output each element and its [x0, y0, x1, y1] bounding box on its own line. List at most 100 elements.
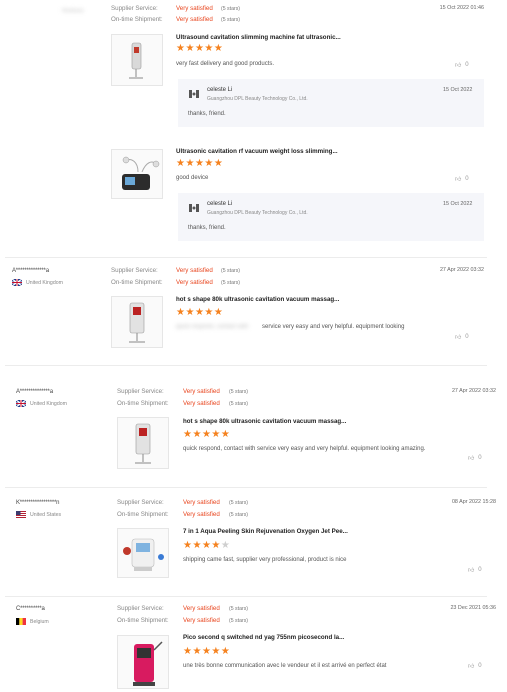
product-title-link[interactable]: Ultrasonic cavitation rf vacuum weight l…	[176, 148, 376, 155]
star-icon: ★	[185, 43, 195, 54]
review-date: 27 Apr 2022 03:32	[439, 267, 484, 273]
review-date: 15 Oct 2022 01:46	[439, 5, 484, 11]
slimming-machine-image	[129, 42, 143, 79]
star-icon: ★	[194, 158, 205, 169]
reply-author-name: celeste Li	[207, 87, 233, 93]
buyer-country: United Kingdom	[16, 400, 67, 407]
star-icon: ★	[213, 158, 224, 169]
supplier-service-stars-note: (5 stars)	[229, 500, 249, 506]
buyer-name: A**************a	[16, 389, 53, 395]
product-thumbnail[interactable]	[111, 296, 163, 348]
s-shape-machine-image	[129, 302, 145, 343]
like-button[interactable]: 👍︎ 0	[468, 566, 482, 574]
product-title-link[interactable]: hot s shape 80k ultrasonic cavitation va…	[183, 418, 398, 425]
like-count: 0	[465, 62, 469, 68]
star-icon: ★	[201, 429, 212, 440]
star-icon: ★	[192, 540, 202, 551]
product-title-link[interactable]: Pico second q switched nd yag 755nm pico…	[183, 634, 398, 641]
thumbs-up-icon: 👍︎	[468, 568, 475, 574]
ontime-shipment-stars-note: (5 stars)	[229, 512, 249, 518]
review-divider	[5, 487, 487, 488]
supplier-service-label: Supplier Service:	[117, 388, 164, 395]
buyer-country-fragment: Honduras	[62, 8, 84, 14]
star-icon: ★	[204, 307, 214, 318]
product-thumbnail[interactable]	[117, 417, 169, 469]
supplier-service-value: Very satisfied	[183, 499, 220, 506]
product-title-link[interactable]: Ultrasound cavitation slimming machine f…	[176, 34, 376, 41]
star-icon: ★	[192, 429, 202, 440]
supplier-service-label: Supplier Service:	[111, 267, 158, 274]
reply-company: Guangzhou DPL Beauty Technology Co., Ltd…	[207, 96, 308, 102]
supplier-service-value: Very satisfied	[183, 388, 220, 395]
product-thumbnail[interactable]	[111, 34, 163, 86]
like-button[interactable]: 👍︎ 0	[455, 61, 469, 69]
supplier-service-value: Very satisfied	[183, 605, 220, 612]
buyer-name: A**************a	[12, 268, 49, 274]
star-icon: ★	[211, 646, 221, 657]
like-count: 0	[465, 334, 469, 340]
star-icon: ★	[192, 646, 202, 657]
reply-date: 15 Oct 2022	[443, 201, 473, 207]
reply-text: thanks, friend.	[188, 111, 226, 117]
star-empty-icon: ★	[220, 540, 231, 551]
ontime-shipment-label: On-time Shipment:	[117, 617, 169, 624]
reply-date: 15 Oct 2022	[443, 87, 473, 93]
uk-flag-icon	[16, 400, 26, 407]
review-divider	[5, 365, 487, 366]
star-icon: ★	[220, 646, 231, 657]
rating-stars: ★★★★★	[183, 647, 230, 657]
pico-laser-machine-image	[133, 641, 163, 686]
supplier-service-label: Supplier Service:	[117, 499, 164, 506]
review-text: une très bonne communication avec le ven…	[183, 663, 387, 669]
like-count: 0	[478, 455, 482, 461]
product-thumbnail[interactable]	[111, 149, 163, 199]
us-flag-icon	[16, 511, 26, 518]
product-title-link[interactable]: 7 in 1 Aqua Peeling Skin Rejuvenation Ox…	[183, 528, 398, 535]
s-shape-machine-image	[135, 423, 151, 464]
rating-stars: ★★★★★	[176, 159, 223, 169]
ontime-shipment-label: On-time Shipment:	[111, 279, 163, 286]
rating-stars: ★★★★★	[176, 308, 223, 318]
review-text: quick respond, contact with service very…	[183, 446, 426, 452]
star-icon: ★	[194, 307, 205, 318]
like-count: 0	[465, 176, 469, 182]
like-button[interactable]: 👍︎ 0	[455, 333, 469, 341]
star-icon: ★	[201, 540, 212, 551]
buyer-name: C**********a	[16, 606, 45, 612]
star-icon: ★	[211, 429, 221, 440]
supplier-service-value: Very satisfied	[176, 267, 213, 274]
review-text: good device	[176, 175, 209, 181]
supplier-service-stars-note: (5 stars)	[221, 6, 241, 12]
thumbs-up-icon: 👍︎	[455, 177, 462, 183]
like-button[interactable]: 👍︎ 0	[468, 454, 482, 462]
like-button[interactable]: 👍︎ 0	[455, 175, 469, 183]
star-icon: ★	[194, 43, 205, 54]
product-title-link[interactable]: hot s shape 80k ultrasonic cavitation va…	[176, 296, 386, 303]
supplier-service-stars-note: (5 stars)	[221, 268, 241, 274]
star-icon: ★	[201, 646, 212, 657]
thumbs-up-icon: 👍︎	[468, 456, 475, 462]
buyer-country: United Kingdom	[12, 279, 63, 286]
star-icon: ★	[211, 540, 221, 551]
aqua-peeling-machine-image	[123, 538, 164, 571]
like-button[interactable]: 👍︎ 0	[468, 662, 482, 670]
review-date: 23 Dec 2021 05:36	[450, 605, 496, 611]
review-text-obscured: quick respond, contact with	[176, 324, 249, 330]
product-thumbnail[interactable]	[117, 635, 169, 689]
supplier-service-label: Supplier Service:	[117, 605, 164, 612]
supplier-service-value: Very satisfied	[176, 5, 213, 12]
ontime-shipment-label: On-time Shipment:	[117, 400, 169, 407]
supplier-logo	[188, 89, 200, 99]
rating-stars: ★★★★★	[183, 430, 230, 440]
thumbs-up-icon: 👍︎	[468, 664, 475, 670]
review-divider	[5, 596, 487, 597]
supplier-service-stars-note: (5 stars)	[229, 389, 249, 395]
star-icon: ★	[185, 307, 195, 318]
ontime-shipment-stars-note: (5 stars)	[229, 618, 249, 624]
review-date: 08 Apr 2022 15:28	[451, 499, 496, 505]
ontime-shipment-label: On-time Shipment:	[117, 511, 169, 518]
product-thumbnail[interactable]	[117, 528, 169, 578]
thumbs-up-icon: 👍︎	[455, 63, 462, 69]
like-count: 0	[478, 663, 482, 669]
ontime-shipment-value: Very satisfied	[183, 511, 220, 518]
